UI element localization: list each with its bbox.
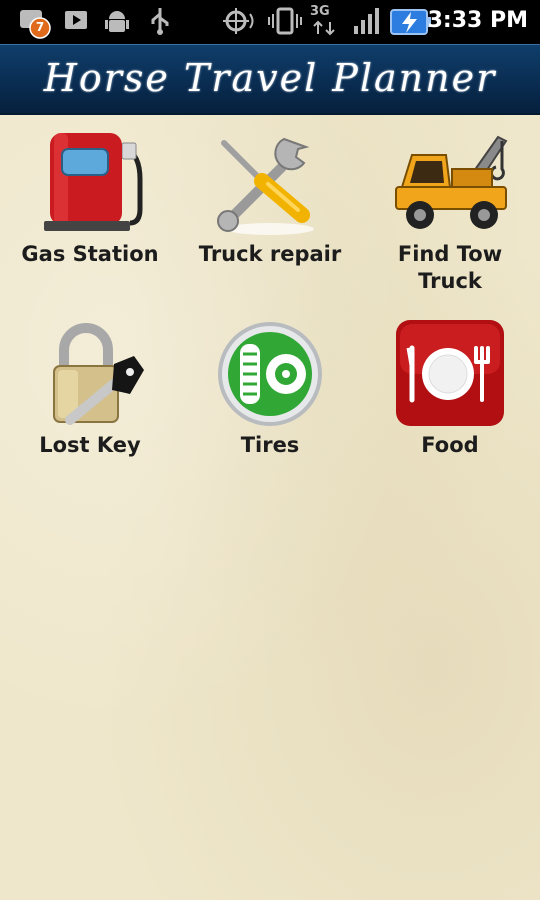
tile-lost-key[interactable]: Lost Key	[0, 320, 180, 459]
tile-label: Truck repair	[198, 242, 342, 266]
tile-label: Food	[421, 433, 479, 457]
app-title-bar: Horse Travel Planner	[0, 44, 540, 116]
status-bar: 7 3G 3:33 PM	[0, 0, 540, 44]
network-type: 3G	[310, 4, 330, 19]
notification-count: 7	[35, 20, 45, 34]
plate-fork-knife-icon	[390, 320, 510, 430]
padlock-key-icon	[30, 320, 150, 430]
tire-icon	[210, 320, 330, 430]
tile-label: Gas Station	[21, 242, 159, 266]
tile-label: Lost Key	[39, 433, 141, 457]
tile-find-tow-truck[interactable]: Find Tow Truck	[360, 129, 540, 295]
wrench-screwdriver-icon	[210, 129, 330, 239]
clock: 3:33 PM	[427, 8, 528, 33]
tile-label: Find Tow Truck	[397, 242, 503, 293]
battery-charging-icon	[390, 7, 432, 41]
usb-icon	[147, 6, 173, 40]
signal-icon	[352, 6, 382, 40]
gps-icon	[222, 6, 256, 40]
tow-truck-icon	[390, 129, 510, 239]
vibrate-icon	[268, 6, 302, 40]
app-title: Horse Travel Planner	[43, 56, 497, 100]
gas-pump-icon	[30, 129, 150, 239]
tile-truck-repair[interactable]: Truck repair	[180, 129, 360, 268]
main-content: Gas Station Truck repair Find Tow Truck …	[0, 115, 540, 900]
tile-tires[interactable]: Tires	[180, 320, 360, 459]
play-store-icon	[62, 6, 90, 38]
tile-label: Tires	[240, 433, 300, 457]
tile-food[interactable]: Food	[360, 320, 540, 459]
android-debug-icon	[103, 6, 131, 40]
data-arrows-icon	[312, 20, 336, 40]
tile-gas-station[interactable]: Gas Station	[0, 129, 180, 268]
